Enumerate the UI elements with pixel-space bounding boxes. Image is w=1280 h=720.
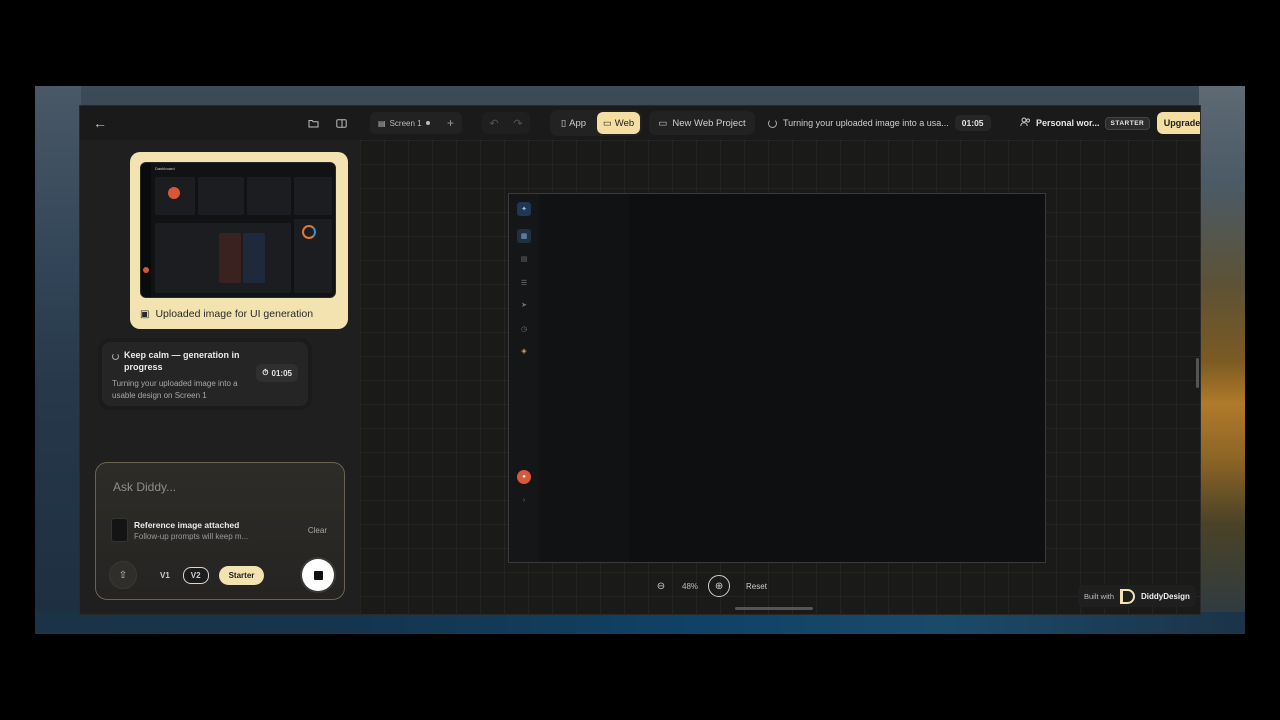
tag-icon: ◈ [521,348,527,355]
chat-panel: Dashboard ▣ Uploaded image for UI genera… [80,140,360,614]
new-web-project-button[interactable]: ▭ New Web Project [649,111,755,135]
document-icon: ▤ [520,256,528,263]
progress-body: Turning your uploaded image into a usabl… [112,379,238,400]
reference-attachment: Reference image attached Follow-up promp… [111,515,333,545]
loading-spinner-icon [768,118,777,128]
top-bar: ← ▤ Screen 1 + ↶ ↷ ▯ App ▭ Web ▭ New Web… [80,106,1200,140]
built-with-label: Built with [1084,591,1115,601]
phone-icon: ▯ [560,117,567,129]
send-icon: ➤ [521,302,527,309]
camera-icon: ▣ [140,308,150,320]
mode-web-button[interactable]: ▭ Web [597,112,640,134]
reference-title: Reference image attached [134,519,240,530]
uploaded-image-thumbnail[interactable]: Dashboard [140,162,336,298]
workspace-name: Personal wor... [1036,118,1100,128]
wallpaper-bottom-strip [35,612,1245,634]
thumbnail-card [247,177,291,215]
workspace-selector[interactable]: Personal wor... STARTER [1020,114,1151,132]
logo-icon: ✦ [517,202,531,216]
built-with-badge[interactable]: Built with DiddyDesign [1078,585,1196,607]
frame-sub-panel [539,194,629,562]
thumbnail-card [198,177,244,215]
reference-subtitle: Follow-up prompts will keep m... [134,531,249,541]
brand-name: DiddyDesign [1141,591,1190,601]
users-icon [1020,117,1031,129]
status-timer: 01:05 [954,115,991,131]
progress-title: Keep calm — generation in progress [112,350,240,373]
prompt-composer: Reference image attached Follow-up promp… [95,462,345,600]
mode-switch: ▯ App ▭ Web [550,110,642,136]
zoom-level: 48% [682,581,699,591]
database-icon: ☰ [520,280,528,287]
generation-status: Turning your uploaded image into a usa..… [768,114,991,132]
chevron-right-icon: › [522,496,526,504]
upload-caption-text: Uploaded image for UI generation [155,308,314,320]
generation-progress-card: Keep calm — generation in progress Turni… [102,342,308,406]
thumbnail-donut [302,225,316,239]
wallpaper-left-strip [35,86,81,634]
unsaved-dot-icon [425,121,430,125]
composer-actions: ⇧ V1 V2 Starter [109,559,334,591]
loading-spinner-icon [112,353,119,360]
wallpaper-right-strip [1199,86,1245,634]
undo-icon[interactable]: ↶ [489,117,498,130]
thumbnail-highlight-col [219,233,241,283]
thumbnail-title: Dashboard [155,166,175,171]
reference-thumbnail [111,518,128,542]
stop-icon [313,570,323,580]
mode-app-button[interactable]: ▯ App [552,112,595,134]
mode-app-label: App [569,117,587,129]
status-text: Turning your uploaded image into a usa..… [783,118,949,128]
thumbnail-highlight-col [243,233,265,283]
mode-web-label: Web [614,117,635,129]
monitor-icon: ▭ [602,117,612,129]
undo-redo-group: ↶ ↷ [482,112,530,134]
frame-sidebar: ✦ ▦ ▤ ☰ ➤ ◷ ◈ ● › [509,194,539,562]
zoom-out-icon[interactable]: ⊖ [650,575,672,597]
grid-icon: ▦ [517,229,531,243]
screen-frame[interactable]: ✦ ▦ ▤ ☰ ➤ ◷ ◈ ● › [508,193,1046,563]
thumbnail-sidebar [141,163,151,297]
diddydesign-logo-icon [1120,588,1136,604]
uploaded-image-card[interactable]: Dashboard ▣ Uploaded image for UI genera… [130,152,348,329]
version-switch: V1 V2 [153,566,209,584]
stop-generation-button[interactable] [302,559,334,591]
design-canvas[interactable]: ✦ ▦ ▤ ☰ ➤ ◷ ◈ ● › ⊖ 48% ⊕ Reset Built wi… [360,140,1200,614]
progress-timer-text: 01:05 [271,368,292,378]
version-v2-button[interactable]: V2 [182,566,209,584]
clear-reference-button[interactable]: Clear [308,526,333,535]
progress-title-text: Keep calm — generation in progress [124,350,240,372]
panel-toggle-icon[interactable] [331,113,351,133]
vertical-scrollbar[interactable] [1196,358,1199,388]
reference-text: Reference image attached Follow-up promp… [134,520,302,541]
zoom-in-icon[interactable]: ⊕ [708,575,731,597]
thumbnail-avatar [143,267,149,273]
screen-tab-label: Screen 1 [389,118,422,128]
folder-icon[interactable] [303,113,323,133]
reset-zoom-button[interactable]: Reset [746,582,767,591]
upload-caption: ▣ Uploaded image for UI generation [140,308,338,320]
plan-badge: STARTER [1104,116,1151,130]
upgrade-button[interactable]: Upgrade [1157,112,1200,134]
back-arrow-icon[interactable]: ← [90,113,110,133]
ask-input[interactable] [113,478,313,496]
plan-starter-button[interactable]: Starter [218,565,265,585]
app-window: ← ▤ Screen 1 + ↶ ↷ ▯ App ▭ Web ▭ New Web… [80,106,1200,614]
monitor-icon: ▭ [658,117,668,129]
timer-icon: ⏱ [262,368,269,377]
horizontal-scrollbar[interactable] [735,607,813,610]
clock-icon: ◷ [520,326,528,333]
add-screen-icon[interactable]: + [447,116,454,130]
file-icon: ▤ [378,118,386,128]
tab-screen-1[interactable]: ▤ Screen 1 + [370,112,462,134]
upload-icon[interactable]: ⇧ [109,561,137,589]
zoom-controls: ⊖ 48% ⊕ Reset [650,574,767,598]
version-v1-button[interactable]: V1 [153,568,177,583]
redo-icon[interactable]: ↷ [513,117,522,130]
progress-timer: ⏱ 01:05 [256,364,298,382]
avatar: ● [517,470,531,484]
project-button-label: New Web Project [672,117,746,129]
thumbnail-accent-dot [168,187,180,199]
thumbnail-card [294,177,332,215]
